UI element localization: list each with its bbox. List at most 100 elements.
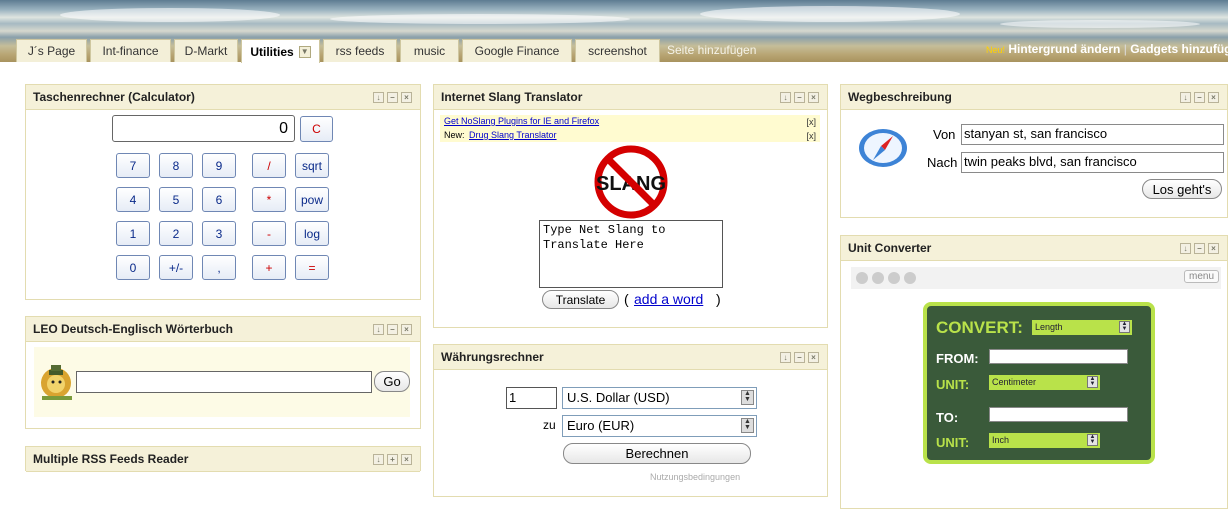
tab-screenshot[interactable]: screenshot — [575, 39, 660, 62]
slang-translator-gadget: Internet Slang Translator ↓ – × Get NoSlan… — [433, 84, 828, 328]
calc-key[interactable]: 8 — [159, 153, 193, 178]
calc-key[interactable]: 3 — [202, 221, 236, 246]
calc-key[interactable]: / — [252, 153, 286, 178]
nach-label: Nach — [927, 155, 958, 170]
close-promo1-icon[interactable]: [x] — [806, 117, 816, 127]
calc-key[interactable]: sqrt — [295, 153, 329, 178]
close-icon[interactable]: × — [808, 352, 819, 363]
close-promo2-icon[interactable]: [x] — [806, 131, 816, 141]
close-icon[interactable]: × — [1208, 92, 1219, 103]
leo-go-button[interactable]: Go — [374, 371, 410, 392]
move-icon[interactable]: ↓ — [1180, 243, 1191, 254]
slang-textarea[interactable]: Type Net Slang to Translate Here — [539, 220, 723, 288]
select-arrows-icon: ▲ ▼ — [741, 418, 754, 433]
calc-key[interactable]: +/- — [159, 255, 193, 280]
gadget-title: Wegbeschreibung — [848, 90, 952, 104]
from-unit-select[interactable]: Centimeter ▲ ▼ — [989, 375, 1100, 390]
tab-rss-feeds[interactable]: rss feeds — [323, 39, 397, 62]
compass-icon — [859, 129, 907, 167]
move-icon[interactable]: ↓ — [373, 92, 384, 103]
tab-js-page[interactable]: J´s Page — [16, 39, 87, 62]
expand-icon[interactable]: + — [387, 454, 398, 465]
calc-key[interactable]: 5 — [159, 187, 193, 212]
close-icon[interactable]: × — [401, 324, 412, 335]
translate-button[interactable]: Translate — [542, 290, 619, 309]
calc-key[interactable]: log — [295, 221, 329, 246]
calculate-button[interactable]: Berechnen — [563, 443, 751, 464]
calc-key[interactable]: = — [295, 255, 329, 280]
tab-label: screenshot — [588, 44, 647, 58]
calculator-gadget: Taschenrechner (Calculator) ↓ – × 0 C 7 8 9 /… — [25, 84, 421, 300]
drug-slang-link[interactable]: Drug Slang Translator — [469, 130, 557, 140]
separator: | — [1123, 42, 1127, 56]
select-arrows-icon: ▲ ▼ — [741, 390, 754, 405]
tab-d-markt[interactable]: D-Markt — [174, 39, 238, 62]
share-icons[interactable] — [855, 271, 921, 285]
add-word-link[interactable]: add a word — [634, 291, 703, 307]
move-icon[interactable]: ↓ — [373, 324, 384, 335]
calc-key[interactable]: 2 — [159, 221, 193, 246]
convert-type-select[interactable]: Length ▲ ▼ — [1032, 320, 1132, 335]
paren-close: ) — [716, 291, 721, 307]
move-icon[interactable]: ↓ — [1180, 92, 1191, 103]
leo-lion-logo-icon — [41, 365, 72, 400]
amount-input[interactable]: 1 — [506, 387, 557, 409]
tab-google-finance[interactable]: Google Finance — [462, 39, 572, 62]
calc-key[interactable]: - — [252, 221, 286, 246]
move-icon[interactable]: ↓ — [780, 352, 791, 363]
gadget-title: Multiple RSS Feeds Reader — [33, 452, 189, 466]
minimize-icon[interactable]: – — [387, 92, 398, 103]
calc-key[interactable]: , — [202, 255, 236, 280]
move-icon[interactable]: ↓ — [373, 454, 384, 465]
change-background-link[interactable]: Hintergrund ändern — [1008, 42, 1120, 56]
calc-key[interactable]: 1 — [116, 221, 150, 246]
minimize-icon[interactable]: – — [387, 324, 398, 335]
to-unit-select[interactable]: Inch ▲ ▼ — [989, 433, 1100, 448]
to-address-input[interactable]: twin peaks blvd, san francisco — [961, 152, 1224, 173]
close-icon[interactable]: × — [401, 92, 412, 103]
gadget-header: LEO Deutsch-Englisch Wörterbuch ↓ – × — [26, 317, 420, 342]
close-icon[interactable]: × — [401, 454, 412, 465]
close-icon[interactable]: × — [808, 92, 819, 103]
tab-int-finance[interactable]: Int-finance — [90, 39, 171, 62]
minimize-icon[interactable]: – — [1194, 92, 1205, 103]
calc-key[interactable]: 7 — [116, 153, 150, 178]
tab-utilities[interactable]: Utilities ▼ — [241, 39, 320, 63]
to-currency-select[interactable]: Euro (EUR) ▲ ▼ — [562, 415, 757, 437]
from-address-input[interactable]: stanyan st, san francisco — [961, 124, 1224, 145]
add-tab-link[interactable]: Seite hinzufügen — [667, 43, 756, 57]
from-currency-select[interactable]: U.S. Dollar (USD) ▲ ▼ — [562, 387, 757, 409]
menu-button[interactable]: menu — [1183, 270, 1219, 283]
select-value: U.S. Dollar (USD) — [567, 390, 670, 405]
minimize-icon[interactable]: – — [1194, 243, 1205, 254]
unit-toolbar: menu — [851, 267, 1221, 289]
go-directions-button[interactable]: Los geht's — [1142, 179, 1222, 199]
close-icon[interactable]: × — [1208, 243, 1219, 254]
directions-gadget: Wegbeschreibung ↓ – × Von stanyan st, san … — [840, 84, 1228, 218]
calc-key[interactable]: 6 — [202, 187, 236, 212]
tab-menu-arrow-icon[interactable]: ▼ — [298, 45, 311, 58]
calc-key[interactable]: 0 — [116, 255, 150, 280]
move-icon[interactable]: ↓ — [780, 92, 791, 103]
minimize-icon[interactable]: – — [794, 352, 805, 363]
select-value: Centimeter — [992, 377, 1037, 387]
calc-key[interactable]: pow — [295, 187, 329, 212]
plugins-link[interactable]: Get NoSlang Plugins for IE and Firefox — [444, 116, 599, 126]
add-gadgets-link[interactable]: Gadgets hinzufüg — [1130, 42, 1228, 56]
tab-music[interactable]: music — [400, 39, 459, 62]
from-value-input[interactable] — [989, 349, 1128, 364]
calc-key[interactable]: + — [252, 255, 286, 280]
tab-label: music — [413, 44, 446, 58]
leo-search-input[interactable] — [76, 371, 372, 393]
rss-reader-gadget: Multiple RSS Feeds Reader ↓ + × — [25, 446, 421, 472]
to-label: TO: — [936, 410, 959, 425]
calc-key[interactable]: 4 — [116, 187, 150, 212]
to-value-input[interactable] — [989, 407, 1128, 422]
terms-link[interactable]: Nutzungsbedingungen — [650, 472, 740, 482]
minimize-icon[interactable]: – — [794, 92, 805, 103]
clear-button[interactable]: C — [300, 116, 333, 142]
gadget-title: Taschenrechner (Calculator) — [33, 90, 195, 104]
calc-key[interactable]: 9 — [202, 153, 236, 178]
zu-label: zu — [543, 418, 556, 432]
calc-key[interactable]: * — [252, 187, 286, 212]
